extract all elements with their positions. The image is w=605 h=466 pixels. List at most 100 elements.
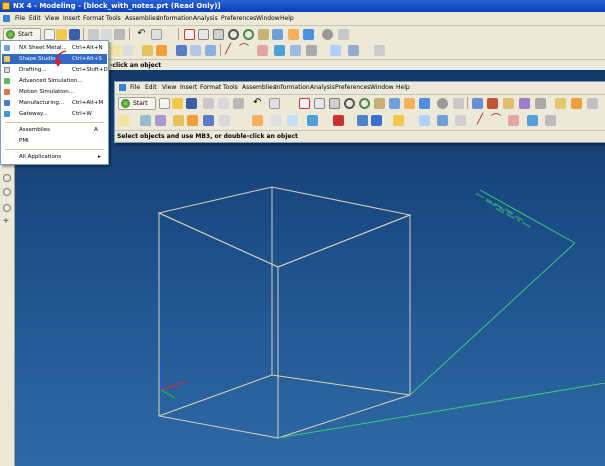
menu-view[interactable]: View xyxy=(45,12,59,25)
analysis-icon[interactable] xyxy=(519,98,530,109)
open-folder-icon[interactable] xyxy=(56,29,67,40)
pan-icon[interactable] xyxy=(374,98,385,109)
inset-menu-tools[interactable]: Tools xyxy=(223,82,238,94)
sketch-icon[interactable] xyxy=(110,45,121,56)
inset-menu-file[interactable]: File xyxy=(130,82,140,94)
intersection-curve-icon[interactable] xyxy=(348,45,359,56)
rotate-icon[interactable] xyxy=(359,98,370,109)
inset-menu-format[interactable]: Format xyxy=(200,82,221,94)
surface-icon[interactable] xyxy=(437,115,448,126)
inset-menu-view[interactable]: View xyxy=(162,82,176,94)
orient-view-icon[interactable] xyxy=(322,29,333,40)
project-curve-icon[interactable] xyxy=(330,45,341,56)
paste-icon[interactable] xyxy=(114,29,125,40)
block-icon[interactable] xyxy=(142,45,153,56)
edit-object-icon[interactable] xyxy=(571,98,582,109)
menu-format[interactable]: Format xyxy=(83,12,104,25)
extrude-icon[interactable] xyxy=(140,115,151,126)
copy-icon[interactable] xyxy=(218,98,229,109)
start-menu-item-all-applications[interactable]: All Applications ▸ xyxy=(2,152,107,162)
menu-help[interactable]: Help xyxy=(280,12,294,25)
menu-window[interactable]: Window xyxy=(256,12,280,25)
shaded-view-icon[interactable] xyxy=(288,29,299,40)
pattern-icon[interactable] xyxy=(357,115,368,126)
rendering-style-icon[interactable] xyxy=(419,98,430,109)
sketch-icon[interactable] xyxy=(118,115,129,126)
new-file-icon[interactable] xyxy=(44,29,55,40)
resource-tab-icon[interactable] xyxy=(3,204,11,212)
view-options-icon[interactable] xyxy=(453,98,464,109)
start-menu-item-advanced-simulation[interactable]: Advanced Simulation... xyxy=(2,76,107,86)
perspective-icon[interactable] xyxy=(272,29,283,40)
datum-plane-icon[interactable] xyxy=(190,45,201,56)
chamfer-icon[interactable] xyxy=(270,115,281,126)
bridge-curve-icon[interactable] xyxy=(290,45,301,56)
inset-menu-assemblies[interactable]: Assemblies xyxy=(242,82,276,94)
cut-icon[interactable] xyxy=(203,98,214,109)
inset-menu-insert[interactable]: Insert xyxy=(180,82,197,94)
crosshair-icon[interactable]: + xyxy=(3,217,11,227)
spline-icon[interactable] xyxy=(257,45,268,56)
resource-tab-icon[interactable] xyxy=(3,188,11,196)
menu-preferences[interactable]: Preferences xyxy=(221,12,256,25)
surface-options-icon[interactable] xyxy=(455,115,466,126)
line-icon[interactable]: ╱ xyxy=(225,45,236,56)
datum-axis-icon[interactable] xyxy=(205,45,216,56)
select-filter-icon[interactable] xyxy=(151,29,162,40)
layer-icon[interactable] xyxy=(535,98,546,109)
boolean-icon[interactable] xyxy=(203,115,214,126)
view-options-icon[interactable] xyxy=(338,29,349,40)
magnify-icon[interactable] xyxy=(344,98,355,109)
start-menu-item-assemblies[interactable]: Assemblies A xyxy=(2,125,107,135)
spline-icon[interactable] xyxy=(508,115,519,126)
curve-tools-icon[interactable] xyxy=(419,115,430,126)
inset-menu-analysis[interactable]: Analysis xyxy=(310,82,335,94)
start-menu-item-pmi[interactable]: PMI xyxy=(2,136,107,146)
fit-icon[interactable] xyxy=(184,29,195,40)
resource-tab-icon[interactable] xyxy=(3,174,11,182)
orient-view-icon[interactable] xyxy=(437,98,448,109)
inset-menu-preferences[interactable]: Preferences xyxy=(335,82,370,94)
perspective-icon[interactable] xyxy=(389,98,400,109)
line-icon[interactable]: ╱ xyxy=(477,115,488,126)
offset-curve-icon[interactable] xyxy=(274,45,285,56)
menu-tools[interactable]: Tools xyxy=(106,12,121,25)
rendering-style-icon[interactable] xyxy=(303,29,314,40)
start-menu-item-motion-simulation[interactable]: Motion Simulation... xyxy=(2,87,107,97)
curve-options-icon[interactable] xyxy=(306,45,317,56)
menu-insert[interactable]: Insert xyxy=(63,12,80,25)
arc-icon[interactable]: ⌒ xyxy=(239,45,250,56)
save-icon[interactable] xyxy=(186,98,197,109)
revolve-icon[interactable] xyxy=(155,115,166,126)
rotate-icon[interactable] xyxy=(243,29,254,40)
menu-file[interactable]: File xyxy=(15,12,25,25)
cylinder-icon[interactable] xyxy=(156,45,167,56)
snap-point-icon[interactable] xyxy=(472,98,483,109)
magnify-icon[interactable] xyxy=(228,29,239,40)
ruler-icon[interactable] xyxy=(555,98,566,109)
inset-menu-edit[interactable]: Edit xyxy=(145,82,157,94)
new-file-icon[interactable] xyxy=(159,98,170,109)
trim-body-icon[interactable] xyxy=(333,115,344,126)
paste-icon[interactable] xyxy=(233,98,244,109)
offset-curve-icon[interactable] xyxy=(527,115,538,126)
curve-options-icon[interactable] xyxy=(545,115,556,126)
sew-icon[interactable] xyxy=(393,115,404,126)
pan-icon[interactable] xyxy=(258,29,269,40)
more-icon[interactable] xyxy=(587,98,598,109)
block-icon[interactable] xyxy=(173,115,184,126)
zoom-window-icon[interactable] xyxy=(314,98,325,109)
point-icon[interactable] xyxy=(487,98,498,109)
cut-icon[interactable] xyxy=(88,29,99,40)
menu-information[interactable]: Information xyxy=(158,12,193,25)
start-menu-item-gateway[interactable]: Gateway... Ctrl+W xyxy=(2,109,107,119)
inset-menu-window[interactable]: Window xyxy=(370,82,394,94)
start-menu-item-manufacturing[interactable]: Manufacturing... Ctrl+Alt+M xyxy=(2,98,107,108)
shell-icon[interactable] xyxy=(287,115,298,126)
zoom-icon[interactable] xyxy=(329,98,340,109)
save-icon[interactable] xyxy=(69,29,80,40)
undo-icon[interactable]: ↶ xyxy=(136,29,147,40)
copy-icon[interactable] xyxy=(101,29,112,40)
arc-icon[interactable]: ⌒ xyxy=(491,115,502,126)
inset-menu-information[interactable]: Information xyxy=(275,82,310,94)
